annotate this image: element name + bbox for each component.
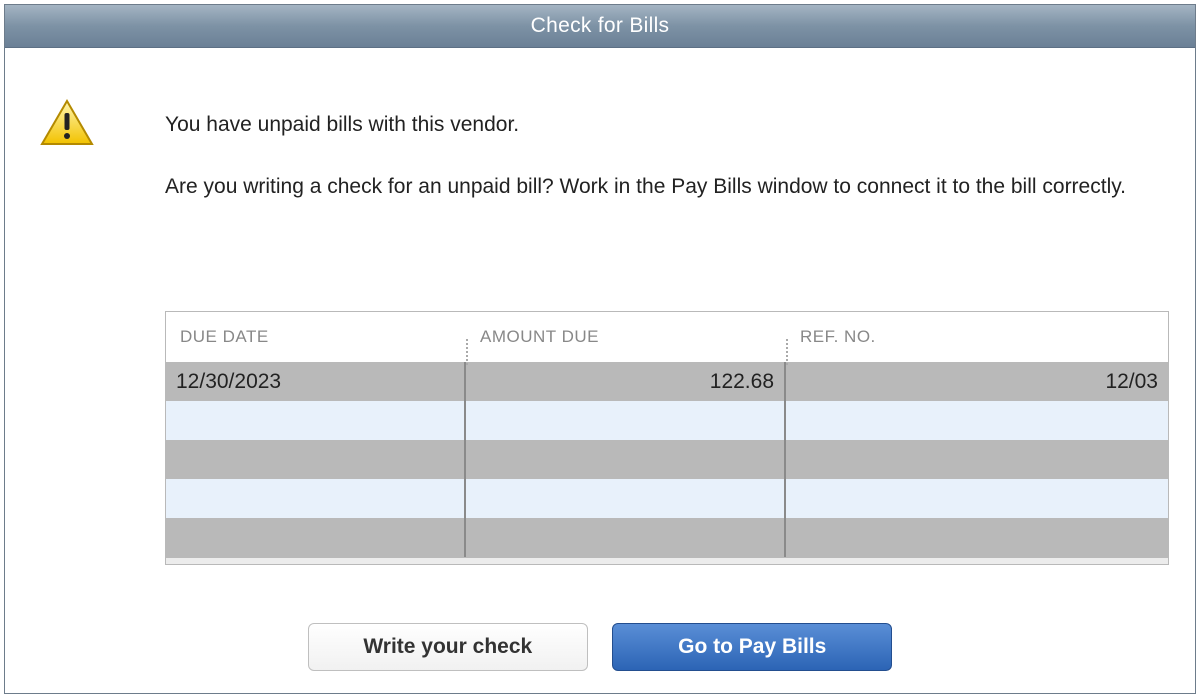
- col-header-amount-due[interactable]: AMOUNT DUE: [466, 327, 786, 347]
- cell-amount-due: [466, 518, 786, 557]
- message-line-2: Are you writing a check for an unpaid bi…: [165, 173, 1150, 201]
- dialog-content: You have unpaid bills with this vendor. …: [5, 47, 1195, 693]
- dialog-button-bar: Write your check Go to Pay Bills: [5, 623, 1195, 671]
- go-to-pay-bills-button[interactable]: Go to Pay Bills: [612, 623, 892, 671]
- col-header-due-date[interactable]: DUE DATE: [166, 327, 466, 347]
- cell-amount-due: [466, 401, 786, 440]
- bills-table: DUE DATE AMOUNT DUE REF. NO. 12/30/2023 …: [165, 311, 1169, 565]
- cell-due-date: [166, 440, 466, 479]
- write-your-check-button[interactable]: Write your check: [308, 623, 588, 671]
- cell-ref-no: [786, 401, 1168, 440]
- cell-due-date: [166, 401, 466, 440]
- dialog-title: Check for Bills: [531, 14, 670, 37]
- cell-due-date: 12/30/2023: [166, 362, 466, 401]
- warning-icon: [40, 99, 94, 152]
- cell-ref-no: [786, 479, 1168, 518]
- table-footer-strip: [166, 557, 1168, 564]
- cell-amount-due: [466, 440, 786, 479]
- table-header-row: DUE DATE AMOUNT DUE REF. NO.: [166, 312, 1168, 362]
- cell-ref-no: [786, 518, 1168, 557]
- col-header-ref-no[interactable]: REF. NO.: [786, 327, 1168, 347]
- table-row[interactable]: [166, 440, 1168, 479]
- message-line-1: You have unpaid bills with this vendor.: [165, 111, 1150, 139]
- cell-due-date: [166, 479, 466, 518]
- table-row[interactable]: [166, 518, 1168, 557]
- cell-due-date: [166, 518, 466, 557]
- table-row[interactable]: 12/30/2023 122.68 12/03: [166, 362, 1168, 401]
- table-row[interactable]: [166, 401, 1168, 440]
- cell-ref-no: [786, 440, 1168, 479]
- dialog-window: Check for Bills You have unpaid bills wi…: [4, 4, 1196, 694]
- cell-amount-due: 122.68: [466, 362, 786, 401]
- dialog-titlebar: Check for Bills: [5, 5, 1195, 48]
- cell-amount-due: [466, 479, 786, 518]
- cell-ref-no: 12/03: [786, 362, 1168, 401]
- dialog-message: You have unpaid bills with this vendor. …: [165, 111, 1150, 235]
- table-row[interactable]: [166, 479, 1168, 518]
